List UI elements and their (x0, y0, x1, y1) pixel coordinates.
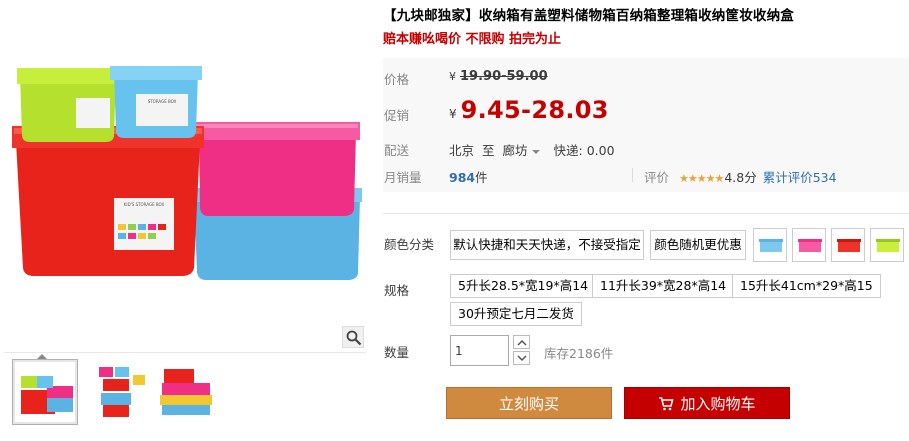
quantity-increase-button[interactable] (513, 335, 530, 349)
delivery-info: 北京至廊坊 快递: 0.00 (449, 140, 623, 159)
shopping-cart-icon (659, 396, 675, 410)
color-option-label: 颜色分类 (384, 237, 435, 252)
delivery-from: 北京 (449, 143, 475, 158)
rating-stars-icon: ★★★★★ (679, 172, 724, 185)
chevron-up-icon (517, 339, 527, 346)
main-product-image[interactable]: KID'S STORAGE BOX STORAGE BOX (4, 0, 366, 352)
stock-count: 库存2186件 (544, 346, 614, 361)
original-price-value: 19.90-59.00 (460, 69, 548, 84)
chevron-down-icon (517, 355, 527, 362)
monthly-sales: 984件 (449, 167, 488, 186)
color-swatch-blue[interactable] (753, 228, 787, 262)
color-swatch-green[interactable] (870, 228, 904, 262)
price-label: 价格 (384, 72, 410, 87)
color-swatch-red[interactable] (831, 228, 865, 262)
color-swatch-pink[interactable] (792, 228, 826, 262)
quantity-label: 数量 (384, 345, 410, 360)
original-price: ¥19.90-59.00 (449, 69, 548, 84)
product-subtitle: 赔本赚吆喝价 不限购 拍完为止 (383, 32, 562, 47)
product-title: 【九块邮独家】收纳箱有盖塑料储物箱百纳箱整理箱收纳筐妆收纳盒 (383, 8, 794, 24)
chevron-down-icon[interactable] (531, 149, 540, 154)
monthly-sales-label: 月销量 (384, 170, 422, 185)
quantity-input[interactable] (450, 335, 509, 366)
spec-option-30l[interactable]: 30升预定七月二发货 (450, 302, 582, 326)
color-option-default[interactable]: 默认快捷和天天快递，不接受指定 (450, 230, 644, 260)
magnifier-icon (346, 330, 362, 346)
spec-label: 规格 (384, 283, 410, 298)
delivery-to-word: 至 (482, 143, 495, 158)
add-to-cart-button[interactable]: 加入购物车 (624, 387, 790, 419)
review-count-link[interactable]: 累计评价534 (763, 170, 837, 185)
rating-label: 评价 (644, 170, 670, 185)
promo-price-value: 9.45-28.03 (460, 96, 609, 124)
section-divider (383, 213, 909, 214)
color-option-random[interactable]: 颜色随机更优惠 (650, 230, 746, 260)
product-gallery: KID'S STORAGE BOX STORAGE BOX (0, 0, 368, 441)
shipping-fee: 快递: 0.00 (553, 143, 615, 158)
delivery-label: 配送 (384, 143, 410, 158)
promo-price: ¥9.45-28.03 (449, 96, 609, 124)
box-label-small: STORAGE BOX (148, 99, 177, 104)
rating-summary: 评价 ★★★★★4.8分 累计评价534 (644, 167, 837, 186)
meta-divider (632, 168, 633, 182)
spec-option-5l[interactable]: 5升长28.5*宽19*高14 (450, 274, 597, 298)
thumbnail-3[interactable] (155, 360, 219, 424)
thumbnail-1[interactable] (12, 359, 78, 425)
currency-symbol: ¥ (449, 107, 457, 121)
spec-option-11l[interactable]: 11升长39*宽28*高14 (592, 274, 735, 298)
gallery-divider (4, 352, 366, 353)
add-to-cart-label: 加入购物车 (680, 395, 756, 413)
rating-score: 4.8分 (724, 170, 757, 185)
buy-now-button[interactable]: 立刻购买 (446, 387, 612, 419)
delivery-destination-select[interactable]: 廊坊 (503, 143, 528, 158)
quantity-decrease-button[interactable] (513, 351, 530, 365)
currency-symbol: ¥ (449, 70, 456, 83)
box-label-large: KID'S STORAGE BOX (124, 202, 165, 207)
thumbnail-2[interactable] (90, 360, 154, 424)
monthly-sales-count: 984 (449, 170, 476, 185)
zoom-button[interactable] (342, 326, 364, 348)
spec-option-15l[interactable]: 15升长41cm*29*高15 (732, 274, 881, 298)
monthly-sales-unit: 件 (475, 170, 488, 185)
promo-label: 促销 (384, 108, 410, 123)
